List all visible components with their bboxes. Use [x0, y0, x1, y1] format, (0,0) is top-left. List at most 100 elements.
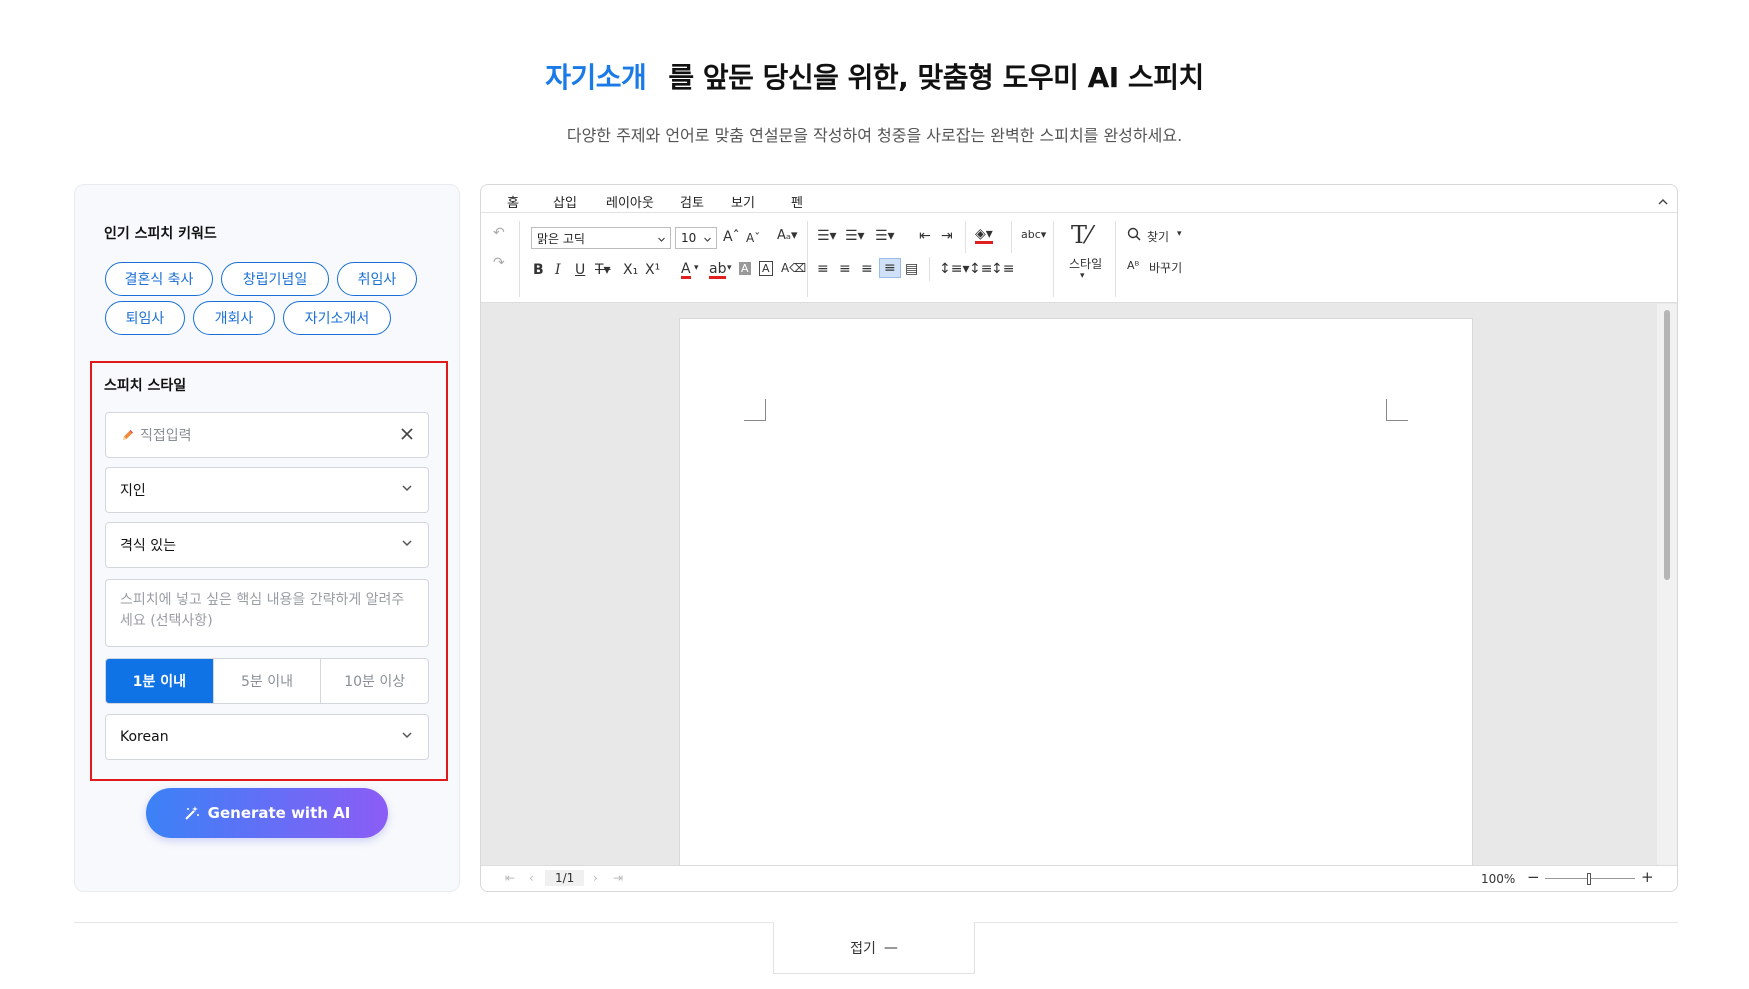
audience-value: 지인 — [120, 483, 146, 499]
document-page[interactable] — [679, 318, 1473, 878]
style-icon[interactable]: T⁄ — [1071, 221, 1091, 249]
keyword-chip-inauguration[interactable]: 취임사 — [337, 262, 417, 296]
keyword-chip-self-intro[interactable]: 자기소개서 — [283, 301, 391, 335]
text-direction-icon[interactable]: abc▾ — [1021, 228, 1046, 241]
zoom-level: 100% — [1481, 872, 1516, 886]
subscript-icon[interactable]: X₁ — [623, 262, 638, 278]
next-page-icon[interactable]: › — [593, 871, 598, 885]
divider — [929, 257, 930, 281]
undo-icon[interactable]: ↶ — [493, 225, 505, 241]
font-color-icon[interactable]: A — [681, 262, 691, 279]
italic-icon[interactable]: I — [555, 262, 561, 278]
replace-label[interactable]: 바꾸기 — [1149, 259, 1182, 276]
direct-input-placeholder: 직접입력 — [140, 428, 192, 444]
tab-insert[interactable]: 삽입 — [553, 192, 577, 211]
language-value: Korean — [120, 729, 169, 745]
chevron-down-icon[interactable]: ▾ — [1177, 229, 1182, 239]
page-indicator[interactable]: 1/1 — [545, 870, 585, 886]
keyword-chip-opening[interactable]: 개회사 — [193, 301, 275, 335]
chevron-down-icon[interactable]: ▾ — [694, 263, 699, 273]
pencil-icon — [120, 427, 136, 443]
popular-keywords-label: 인기 스피치 키워드 — [104, 226, 217, 242]
bold-icon[interactable]: B — [533, 262, 544, 278]
tab-layout[interactable]: 레이아웃 — [606, 192, 654, 211]
tab-review[interactable]: 검토 — [680, 192, 704, 211]
underline-icon[interactable]: U — [575, 262, 585, 278]
fold-button[interactable]: 접기 — — [773, 922, 975, 974]
duration-option-5min[interactable]: 5분 이내 — [212, 659, 321, 703]
redo-icon[interactable]: ↷ — [493, 255, 505, 271]
fold-label: 접기 — [850, 940, 876, 957]
generate-button[interactable]: Generate with AI — [146, 788, 388, 838]
tone-select[interactable]: 격식 있는 — [105, 522, 429, 568]
tab-view[interactable]: 보기 — [731, 192, 755, 211]
margin-marker — [1386, 399, 1408, 421]
title-rest: 를 앞둔 당신을 위한, 맞춤형 도우미 AI 스피치 — [668, 61, 1204, 94]
numbered-list-icon[interactable]: ☰▾ — [845, 228, 865, 244]
divider — [1011, 221, 1012, 253]
distributed-icon[interactable]: ▤ — [905, 261, 918, 277]
text-shading-icon[interactable]: A — [739, 262, 751, 275]
style-label[interactable]: 스타일 — [1069, 255, 1102, 272]
direct-input-field[interactable]: 직접입력 — [105, 412, 429, 458]
search-icon[interactable] — [1127, 227, 1141, 245]
grow-font-icon[interactable]: Aˆ — [723, 229, 740, 245]
zoom-out-icon[interactable]: − — [1527, 868, 1540, 886]
divider — [1115, 221, 1116, 297]
scrollbar-thumb[interactable] — [1664, 310, 1670, 580]
tab-home[interactable]: 홈 — [506, 192, 520, 217]
zoom-slider-handle[interactable] — [1587, 873, 1591, 885]
clear-format-icon[interactable]: A⌫ — [781, 261, 806, 275]
prev-page-icon[interactable]: ‹ — [529, 871, 534, 885]
space-before-icon[interactable]: ↕≡ — [969, 261, 992, 277]
clear-icon[interactable] — [399, 426, 415, 442]
font-size-select[interactable]: 10 — [675, 227, 717, 249]
duration-option-10min[interactable]: 10분 이상 — [320, 659, 428, 703]
replace-icon[interactable]: Aᴮ — [1127, 259, 1139, 272]
chevron-down-icon[interactable]: ▾ — [727, 263, 732, 273]
space-after-icon[interactable]: ↕≡ — [991, 261, 1014, 277]
keyword-chip-wedding[interactable]: 결혼식 축사 — [105, 262, 213, 296]
audience-select[interactable]: 지인 — [105, 467, 429, 513]
vertical-scrollbar[interactable] — [1657, 304, 1677, 867]
line-spacing-icon[interactable]: ↕≡▾ — [939, 261, 970, 277]
paragraph-shading-icon[interactable]: ◈▾ — [975, 227, 993, 244]
align-center-icon[interactable]: ≡ — [839, 261, 851, 277]
collapse-ribbon-icon[interactable] — [1657, 193, 1669, 212]
superscript-icon[interactable]: X¹ — [645, 262, 660, 278]
chevron-down-icon — [657, 233, 666, 242]
keyword-chip-anniversary[interactable]: 창립기념일 — [221, 262, 329, 296]
strikethrough-icon[interactable]: T▾ — [595, 262, 611, 278]
font-name-select[interactable]: 맑은 고딕 — [531, 227, 671, 249]
speech-style-label: 스피치 스타일 — [104, 378, 187, 394]
last-page-icon[interactable]: ⇥ — [613, 871, 623, 885]
font-name-value: 맑은 고딕 — [537, 231, 585, 246]
divider — [1053, 221, 1054, 297]
page-title: 자기소개 를 앞둔 당신을 위한, 맞춤형 도우미 AI 스피치 — [0, 56, 1749, 96]
page-subtitle: 다양한 주제와 언어로 맞춤 연설문을 작성하여 청중을 사로잡는 완벽한 스피… — [566, 126, 1183, 145]
keyword-chip-retirement[interactable]: 퇴임사 — [105, 301, 185, 335]
duration-option-1min[interactable]: 1분 이내 — [106, 659, 213, 703]
change-case-icon[interactable]: Aₐ▾ — [777, 228, 798, 243]
first-page-icon[interactable]: ⇤ — [505, 871, 515, 885]
zoom-in-icon[interactable]: + — [1641, 868, 1654, 886]
key-content-textarea[interactable]: 스피치에 넣고 싶은 핵심 내용을 간략하게 알려주세요 (선택사항) — [105, 579, 429, 647]
chevron-down-icon[interactable]: ▾ — [1080, 271, 1085, 281]
justify-icon[interactable]: ≡ — [879, 258, 901, 278]
chevron-down-icon — [703, 233, 712, 242]
tab-pen[interactable]: 펜 — [791, 192, 803, 211]
document-canvas[interactable] — [481, 304, 1659, 878]
align-left-icon[interactable]: ≡ — [817, 261, 829, 277]
increase-indent-icon[interactable]: ⇥ — [941, 228, 953, 244]
decrease-indent-icon[interactable]: ⇤ — [919, 228, 931, 244]
char-border-icon[interactable]: A — [759, 261, 773, 276]
align-right-icon[interactable]: ≡ — [861, 261, 873, 277]
shrink-font-icon[interactable]: Aˇ — [746, 231, 760, 245]
editor-status-bar: ⇤ ‹ 1/1 › ⇥ 100% − + — [481, 865, 1677, 891]
bullet-list-icon[interactable]: ☰▾ — [817, 228, 837, 244]
title-keyword: 자기소개 — [545, 61, 647, 94]
language-select[interactable]: Korean — [105, 714, 429, 760]
highlight-color-icon[interactable]: ab — [709, 262, 727, 279]
multilevel-list-icon[interactable]: ☰▾ — [875, 228, 895, 244]
find-label[interactable]: 찾기 — [1147, 228, 1169, 245]
